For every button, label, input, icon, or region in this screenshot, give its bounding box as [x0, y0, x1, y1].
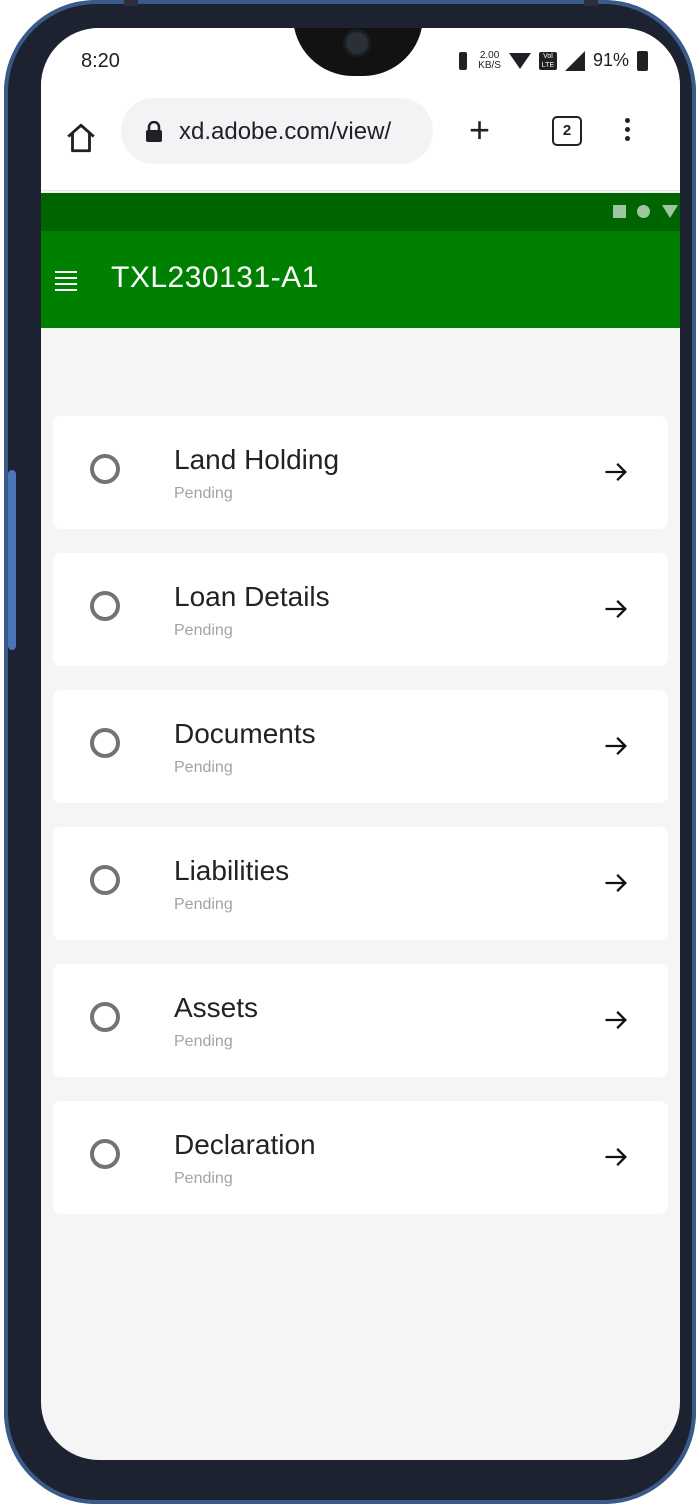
radio-icon[interactable] — [90, 728, 120, 758]
volte-icon: Vol LTE — [538, 51, 557, 70]
status-bar: 8:20 2.00 KB/S Vol LTE 91% — [41, 28, 680, 98]
record-icon — [637, 205, 650, 218]
home-button[interactable] — [61, 118, 101, 158]
phone-top-button — [584, 0, 598, 6]
item-title: Declaration — [174, 1129, 316, 1160]
lock-icon — [146, 121, 162, 142]
network-speed-value: 2.00 — [479, 49, 500, 61]
screen: 8:20 2.00 KB/S Vol LTE 91% xd.adobe.com/… — [41, 28, 680, 1460]
battery-percent: 91% — [592, 50, 629, 70]
phone-top-button — [124, 0, 138, 6]
vibrate-icon — [456, 51, 470, 70]
list-item[interactable]: Land Holding Pending — [53, 416, 668, 529]
radio-icon[interactable] — [90, 591, 120, 621]
item-status: Pending — [174, 1033, 233, 1050]
stop-icon — [613, 205, 626, 218]
url-text: xd.adobe.com/view/ — [179, 118, 392, 145]
signal-icon — [564, 50, 585, 71]
arrow-right-icon[interactable] — [602, 1006, 630, 1034]
browser-toolbar: xd.adobe.com/view/ + 2 — [41, 98, 680, 191]
page-title: TXL230131-A1 — [111, 261, 319, 294]
status-icons: 2.00 KB/S Vol LTE 91% — [456, 50, 648, 71]
item-title: Documents — [174, 718, 316, 749]
list-item[interactable]: Loan Details Pending — [53, 553, 668, 666]
side-button — [8, 470, 16, 650]
list-item[interactable]: Assets Pending — [53, 964, 668, 1077]
new-tab-button[interactable]: + — [469, 112, 490, 148]
camera-icon — [346, 32, 368, 54]
arrow-right-icon[interactable] — [602, 1143, 630, 1171]
arrow-right-icon[interactable] — [602, 458, 630, 486]
battery-icon — [637, 50, 648, 71]
item-status: Pending — [174, 622, 233, 639]
section-list: Land Holding Pending Loan Details Pendin… — [53, 416, 668, 1238]
radio-icon[interactable] — [90, 1002, 120, 1032]
app-toolbar: TXL230131-A1 — [41, 231, 680, 328]
radio-icon[interactable] — [90, 865, 120, 895]
radio-icon[interactable] — [90, 1139, 120, 1169]
item-title: Assets — [174, 992, 259, 1023]
item-status: Pending — [174, 896, 233, 913]
list-item[interactable]: Liabilities Pending — [53, 827, 668, 940]
list-item[interactable]: Documents Pending — [53, 690, 668, 803]
status-time: 8:20 — [81, 50, 120, 72]
arrow-right-icon[interactable] — [602, 732, 630, 760]
address-bar[interactable]: xd.adobe.com/view/ — [121, 98, 433, 164]
item-status: Pending — [174, 485, 233, 502]
menu-icon[interactable] — [55, 271, 77, 295]
item-title: Liabilities — [174, 855, 290, 886]
app-status-strip — [41, 193, 680, 231]
tab-switcher-button[interactable]: 2 — [552, 116, 582, 146]
signal-triangle-icon — [662, 205, 678, 218]
arrow-right-icon[interactable] — [602, 869, 630, 897]
camera-notch — [293, 28, 423, 76]
wifi-icon — [508, 52, 531, 69]
radio-icon[interactable] — [90, 454, 120, 484]
item-title: Land Holding — [174, 444, 340, 475]
arrow-right-icon[interactable] — [602, 595, 630, 623]
item-title: Loan Details — [174, 581, 330, 612]
more-menu-button[interactable] — [625, 114, 633, 145]
item-status: Pending — [174, 759, 233, 776]
list-item[interactable]: Declaration Pending — [53, 1101, 668, 1214]
item-status: Pending — [174, 1170, 233, 1187]
network-speed-unit: KB/S — [478, 59, 501, 71]
home-icon — [67, 123, 95, 153]
network-speed: 2.00 KB/S — [478, 49, 501, 71]
